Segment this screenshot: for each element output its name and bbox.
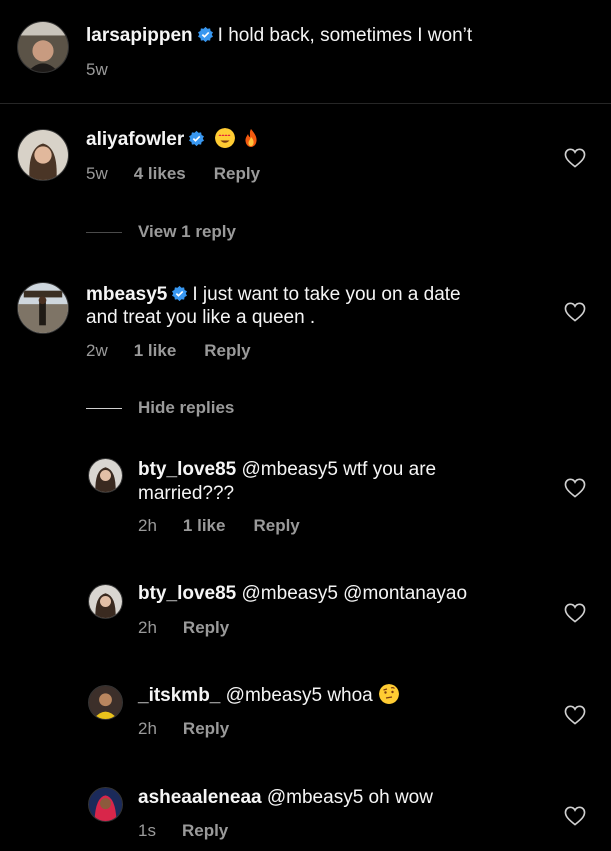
reply-text: bty_love85 @mbeasy5 wtf you are: [138, 458, 436, 481]
reply-button[interactable]: Reply: [183, 719, 229, 739]
comment-meta: 5w 4 likes Reply: [86, 164, 260, 184]
reply-button[interactable]: Reply: [204, 341, 250, 361]
reply-text: bty_love85 @mbeasy5 @montanayao: [138, 582, 467, 605]
verified-badge-icon: [197, 26, 213, 43]
avatar[interactable]: [88, 458, 123, 493]
comment-meta: 2h Reply: [138, 719, 229, 739]
reply-button[interactable]: Reply: [182, 821, 228, 841]
heart-icon[interactable]: [564, 148, 586, 168]
username[interactable]: aliyafowler: [86, 129, 184, 150]
likes-count[interactable]: 4 likes: [134, 164, 186, 184]
timestamp: 2h: [138, 516, 157, 535]
timestamp: 5w: [86, 164, 108, 183]
comment-body: @mbeasy5 wtf you are: [241, 459, 437, 480]
comment-body-continued: and treat you like a queen .: [86, 307, 316, 328]
view-replies-button[interactable]: View 1 reply: [138, 222, 236, 242]
timestamp: 5w: [86, 60, 108, 79]
comment-meta: 2h 1 like Reply: [138, 516, 300, 536]
avatar[interactable]: [17, 21, 69, 73]
face-with-raised-eyebrow-emoji-icon: [378, 684, 399, 704]
reply-button[interactable]: Reply: [183, 618, 229, 638]
likes-count[interactable]: 1 like: [183, 516, 226, 536]
timestamp: 2h: [138, 618, 157, 637]
heart-icon[interactable]: [564, 478, 586, 498]
avatar[interactable]: [88, 685, 123, 720]
timestamp: 2h: [138, 719, 157, 738]
reply-button[interactable]: Reply: [214, 164, 260, 184]
username[interactable]: bty_love85: [138, 583, 236, 604]
comment-text: aliyafowler: [86, 128, 261, 151]
timestamp: 2w: [86, 341, 108, 360]
comment-body: @mbeasy5 whoa: [225, 685, 373, 706]
comment-meta: 2w 1 like Reply: [86, 341, 251, 361]
comment-text: mbeasy5 I just want to take you on a date: [86, 283, 461, 306]
comment-meta: 2h Reply: [138, 618, 229, 638]
divider: [0, 103, 611, 104]
heart-icon[interactable]: [564, 705, 586, 725]
comment-meta: 5w: [86, 60, 134, 80]
username[interactable]: _itskmb_: [138, 685, 220, 706]
avatar[interactable]: [88, 584, 123, 619]
comment-body-continued: married???: [138, 483, 235, 504]
avatar[interactable]: [17, 129, 69, 181]
username[interactable]: bty_love85: [138, 459, 236, 480]
username[interactable]: larsapippen: [86, 25, 193, 46]
heart-icon[interactable]: [564, 806, 586, 826]
comment-body: I hold back, sometimes I won’t: [217, 25, 473, 46]
username[interactable]: asheaaleneaa: [138, 787, 262, 808]
heart-eyes-emoji-icon: [215, 128, 236, 148]
comment-body: @mbeasy5 @montanayao: [241, 583, 468, 604]
heart-icon[interactable]: [564, 302, 586, 322]
avatar[interactable]: [17, 282, 69, 334]
timestamp: 1s: [138, 821, 156, 840]
avatar[interactable]: [88, 787, 123, 822]
fire-emoji-icon: [245, 129, 257, 147]
comment-body: I just want to take you on a date: [192, 284, 461, 305]
reply-button[interactable]: Reply: [253, 516, 299, 536]
comment-meta: 1s Reply: [138, 821, 228, 841]
hide-replies-button[interactable]: Hide replies: [138, 398, 234, 418]
caption-text: larsapippen I hold back, sometimes I won’…: [86, 24, 472, 47]
heart-icon[interactable]: [564, 603, 586, 623]
username[interactable]: mbeasy5: [86, 284, 167, 305]
verified-badge-icon: [189, 130, 205, 147]
reply-text: asheaaleneaa @mbeasy5 oh wow: [138, 786, 433, 809]
comment-body: @mbeasy5 oh wow: [266, 787, 433, 808]
reply-text: _itskmb_ @mbeasy5 whoa: [138, 684, 399, 707]
likes-count[interactable]: 1 like: [134, 341, 177, 361]
thread-line: [86, 408, 122, 409]
thread-line: [86, 232, 122, 233]
verified-badge-icon: [172, 285, 188, 302]
